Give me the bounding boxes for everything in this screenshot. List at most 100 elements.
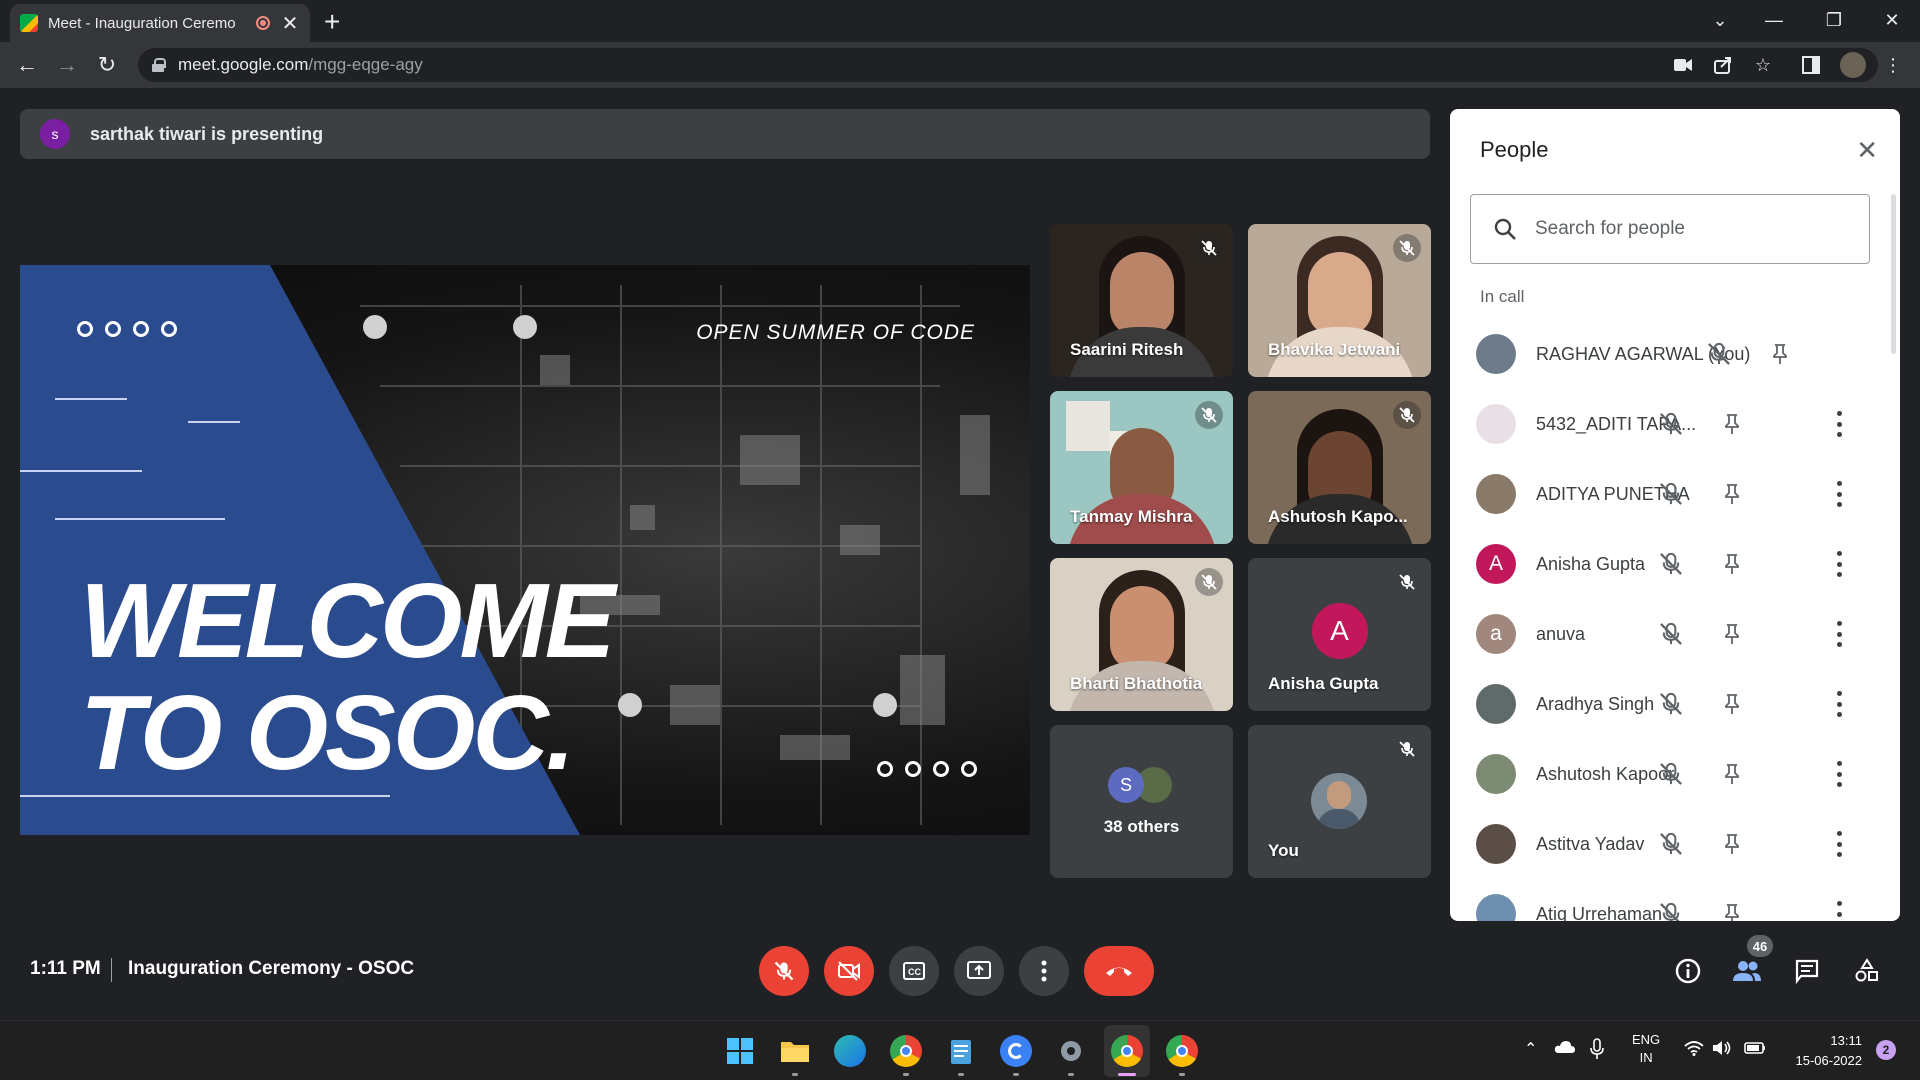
self-tile[interactable]: You [1248,725,1431,878]
language-indicator[interactable]: ENG IN [1632,1031,1660,1067]
mic-off-icon[interactable] [1658,411,1684,437]
more-vert-icon[interactable] [1835,761,1843,787]
camera-toggle-button[interactable] [824,946,874,996]
pin-icon[interactable] [1720,412,1744,436]
tab-search-chevron-icon[interactable]: ⌄ [1690,0,1750,40]
captions-button[interactable]: CC [889,946,939,996]
meeting-details-button[interactable] [1672,955,1704,987]
new-tab-button[interactable]: + [324,6,340,38]
participant-tile[interactable]: Bharti Bhathotia [1050,558,1233,711]
chrome-profile-taskbar-icon[interactable] [890,1035,922,1067]
pin-icon[interactable] [1720,622,1744,646]
pin-icon[interactable] [1720,482,1744,506]
chrome-taskbar-icon-active[interactable] [1111,1035,1143,1067]
share-icon[interactable] [1712,54,1734,76]
mic-toggle-button[interactable] [759,946,809,996]
people-list-item[interactable]: Ashutosh Kapoor [1450,739,1900,809]
captions-icon: CC [903,962,925,980]
mic-off-icon[interactable] [1658,621,1684,647]
profile-avatar[interactable] [1840,52,1866,78]
more-vert-icon[interactable] [1835,481,1843,507]
search-people-input[interactable]: Search for people [1470,194,1870,264]
restore-button[interactable]: ❐ [1804,0,1864,40]
pin-icon[interactable] [1720,552,1744,576]
chat-icon [1795,959,1819,984]
more-vert-icon[interactable] [1835,411,1843,437]
pin-icon[interactable] [1720,692,1744,716]
browser-tab[interactable]: Meet - Inauguration Ceremo ✕ [10,4,310,42]
people-list-item[interactable]: Astitva Yadav [1450,809,1900,879]
more-vert-icon[interactable] [1835,691,1843,717]
mic-off-icon[interactable] [1706,341,1732,367]
present-now-button[interactable] [954,946,1004,996]
notepad-taskbar-icon[interactable] [945,1035,977,1067]
participant-tile[interactable]: A Anisha Gupta [1248,558,1431,711]
people-list-item[interactable]: RAGHAV AGARWAL (You) [1450,319,1900,389]
mic-off-icon[interactable] [1658,831,1684,857]
pin-icon[interactable] [1720,832,1744,856]
mic-off-icon[interactable] [1658,901,1684,921]
people-list-item[interactable]: a anuva [1450,599,1900,669]
wifi-icon[interactable] [1684,1040,1704,1059]
browser-tab-strip: Meet - Inauguration Ceremo ✕ + ⌄ — ❐ ✕ [0,0,1920,42]
back-button[interactable]: ← [12,50,42,80]
camera-in-use-icon[interactable] [1672,54,1694,76]
app-taskbar-icon[interactable] [1000,1035,1032,1067]
participant-tile[interactable]: Saarini Ritesh [1050,224,1233,377]
others-avatar: S [1108,767,1144,803]
people-list-item[interactable]: ADITYA PUNETHA [1450,459,1900,529]
people-button[interactable] [1731,955,1763,987]
bookmark-star-icon[interactable]: ☆ [1752,54,1774,76]
pin-icon[interactable] [1768,342,1792,366]
reload-button[interactable]: ↻ [92,50,122,80]
activities-button[interactable] [1851,955,1883,987]
participant-tile[interactable]: Tanmay Mishra [1050,391,1233,544]
more-vert-icon[interactable] [1835,621,1843,647]
tab-close-icon[interactable]: ✕ [280,11,300,36]
start-button[interactable] [724,1035,756,1067]
panel-title: People [1480,137,1549,162]
onedrive-cloud-icon[interactable] [1554,1040,1576,1057]
pin-icon[interactable] [1720,902,1744,921]
more-vert-icon[interactable] [1835,831,1843,857]
mic-off-icon[interactable] [1658,691,1684,717]
window-close-button[interactable]: ✕ [1862,0,1920,40]
person-avatar: a [1476,614,1516,654]
notification-badge[interactable]: 2 [1876,1040,1896,1060]
minimize-button[interactable]: — [1744,0,1804,40]
file-explorer-taskbar-icon[interactable] [779,1035,811,1067]
chrome-taskbar-icon-2[interactable] [1166,1035,1198,1067]
close-panel-icon[interactable]: ✕ [1856,135,1878,166]
mic-off-icon[interactable] [1658,551,1684,577]
forward-button[interactable]: → [52,50,82,80]
mic-off-icon[interactable] [1658,481,1684,507]
volume-icon[interactable] [1712,1040,1732,1059]
person-avatar [1476,684,1516,724]
browser-menu-icon[interactable]: ⋮ [1882,54,1904,76]
battery-icon[interactable] [1744,1042,1766,1057]
edge-taskbar-icon[interactable] [834,1035,866,1067]
side-panel-icon[interactable] [1800,54,1822,76]
others-tile[interactable]: S 38 others [1050,725,1233,878]
system-clock[interactable]: 13:11 15-06-2022 [1782,1031,1863,1071]
address-bar[interactable]: meet.google.com/mgg-eqge-agy [138,48,1878,82]
show-hidden-icons-chevron[interactable]: ⌃ [1524,1039,1537,1059]
participant-tile[interactable]: Ashutosh Kapo... [1248,391,1431,544]
people-list-item[interactable]: Atiq Urrehaman [1450,879,1900,921]
chat-button[interactable] [1791,955,1823,987]
person-avatar [1476,474,1516,514]
people-list-item[interactable]: A Anisha Gupta [1450,529,1900,599]
more-vert-icon[interactable] [1835,901,1843,921]
settings-taskbar-icon[interactable] [1055,1035,1087,1067]
presentation-slide: OPEN SUMMER OF CODE WELCOME TO OSOC. [20,265,1030,835]
more-options-button[interactable] [1019,946,1069,996]
more-vert-icon[interactable] [1835,551,1843,577]
people-list-item[interactable]: Aradhya Singh [1450,669,1900,739]
leave-call-button[interactable] [1084,946,1154,996]
microphone-tray-icon[interactable] [1590,1038,1604,1063]
pin-icon[interactable] [1720,762,1744,786]
gear-icon [1061,1041,1081,1061]
mic-off-icon[interactable] [1658,761,1684,787]
participant-tile[interactable]: Bhavika Jetwani [1248,224,1431,377]
people-list-item[interactable]: 5432_ADITI TAPA... [1450,389,1900,459]
